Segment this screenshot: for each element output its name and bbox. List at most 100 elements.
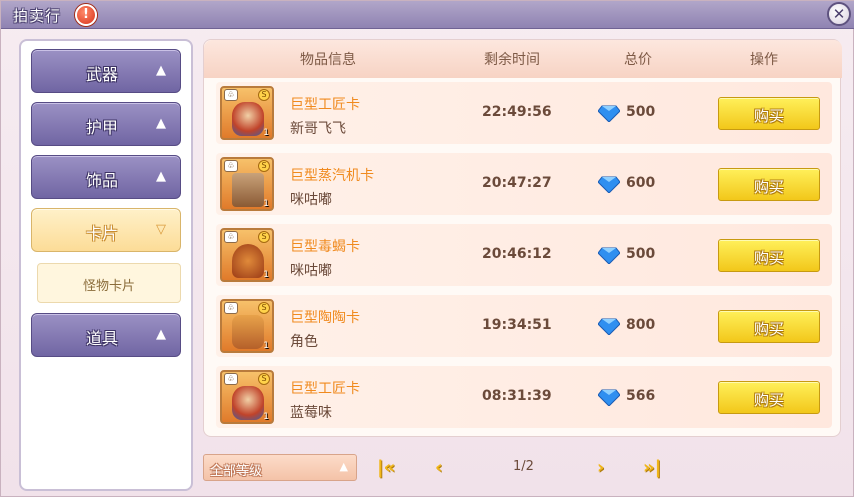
- listing-panel: 物品信息 剩余时间 总价 操作 ♧ S 1 巨型工匠卡 新哥飞飞 22:49:5…: [203, 39, 842, 437]
- title-bar: 拍卖行 ! ✕: [1, 1, 854, 29]
- item-name: 巨型陶陶卡: [290, 310, 360, 326]
- star-badge-icon: S: [258, 160, 270, 172]
- close-icon[interactable]: ✕: [827, 2, 851, 26]
- monster-figure-icon: [232, 173, 264, 207]
- total-price: 800: [626, 317, 656, 333]
- pottery-card-icon[interactable]: ♧ S 1: [220, 299, 274, 353]
- card-type-icon: ♧: [224, 160, 238, 172]
- auction-window: 拍卖行 ! ✕ 武器 ▲ 护甲 ▲ 饰品 ▲ 卡片 ▽ 怪物卡片 道具 ▲ 物品…: [0, 0, 854, 497]
- level-filter-label: 全部等级: [210, 464, 263, 479]
- seller-name: 咪咕嘟: [290, 192, 332, 208]
- category-weapon-button[interactable]: 武器 ▲: [31, 49, 181, 93]
- buy-button[interactable]: 购买: [718, 97, 820, 130]
- quantity: 1: [263, 270, 269, 280]
- last-page-icon[interactable]: »|: [643, 457, 661, 479]
- quantity: 1: [263, 341, 269, 351]
- item-name: 巨型毒蝎卡: [290, 239, 360, 255]
- table-header: 物品信息 剩余时间 总价 操作: [204, 40, 842, 78]
- table-row: ♧ S 1 巨型蒸汽机卡 咪咕嘟 20:47:27 600 购买: [216, 153, 832, 215]
- monster-figure-icon: [232, 244, 264, 278]
- remaining-time: 22:49:56: [482, 104, 552, 120]
- seller-name: 角色: [290, 334, 318, 350]
- chevron-up-icon: ▲: [156, 169, 166, 184]
- next-page-icon[interactable]: ›: [597, 457, 604, 479]
- card-type-icon: ♧: [224, 373, 238, 385]
- category-card-button[interactable]: 卡片 ▽: [31, 208, 181, 252]
- item-name: 巨型工匠卡: [290, 381, 360, 397]
- column-header-time: 剩余时间: [484, 52, 540, 68]
- category-label: 道具: [86, 329, 119, 348]
- buy-label: 购买: [753, 320, 784, 338]
- remaining-time: 08:31:39: [482, 388, 552, 404]
- total-price: 566: [626, 388, 656, 404]
- blue-gem-icon: [598, 389, 620, 406]
- category-label: 卡片: [86, 224, 119, 243]
- table-row: ♧ S 1 巨型工匠卡 新哥飞飞 22:49:56 500 购买: [216, 82, 832, 144]
- buy-button[interactable]: 购买: [718, 168, 820, 201]
- blue-gem-icon: [598, 105, 620, 122]
- subcategory-label: 怪物卡片: [82, 279, 135, 294]
- remaining-time: 20:47:27: [482, 175, 552, 191]
- category-label: 武器: [86, 65, 119, 84]
- blue-gem-icon: [598, 247, 620, 264]
- remaining-time: 19:34:51: [482, 317, 552, 333]
- category-item-button[interactable]: 道具 ▲: [31, 313, 181, 357]
- item-name: 巨型蒸汽机卡: [290, 168, 374, 184]
- seller-name: 蓝莓味: [290, 405, 332, 421]
- chevron-down-icon: ▽: [156, 222, 166, 237]
- card-type-icon: ♧: [224, 231, 238, 243]
- column-header-price: 总价: [624, 52, 652, 68]
- category-accessory-button[interactable]: 饰品 ▲: [31, 155, 181, 199]
- table-row: ♧ S 1 巨型毒蝎卡 咪咕嘟 20:46:12 500 购买: [216, 224, 832, 286]
- window-title: 拍卖行: [13, 7, 62, 25]
- craftsman-card-icon[interactable]: ♧ S 1: [220, 370, 274, 424]
- category-sidebar: 武器 ▲ 护甲 ▲ 饰品 ▲ 卡片 ▽ 怪物卡片 道具 ▲: [19, 39, 193, 491]
- total-price: 500: [626, 104, 656, 120]
- table-row: ♧ S 1 巨型工匠卡 蓝莓味 08:31:39 566 购买: [216, 366, 832, 428]
- star-badge-icon: S: [258, 373, 270, 385]
- quantity: 1: [263, 199, 269, 209]
- chevron-up-icon: ▲: [156, 116, 166, 131]
- first-page-icon[interactable]: |«: [377, 457, 395, 479]
- chevron-up-icon: ▲: [156, 327, 166, 342]
- remaining-time: 20:46:12: [482, 246, 552, 262]
- chevron-up-icon: ▲: [156, 63, 166, 78]
- blue-gem-icon: [598, 176, 620, 193]
- monster-figure-icon: [232, 386, 264, 420]
- card-type-icon: ♧: [224, 302, 238, 314]
- buy-label: 购买: [753, 178, 784, 196]
- quantity: 1: [263, 128, 269, 138]
- column-header-item: 物品信息: [300, 52, 356, 68]
- item-name: 巨型工匠卡: [290, 97, 360, 113]
- steam-engine-card-icon[interactable]: ♧ S 1: [220, 157, 274, 211]
- chevron-up-icon: ▲: [339, 460, 348, 473]
- star-badge-icon: S: [258, 89, 270, 101]
- craftsman-card-icon[interactable]: ♧ S 1: [220, 86, 274, 140]
- subcategory-monster-card[interactable]: 怪物卡片: [37, 263, 181, 303]
- buy-button[interactable]: 购买: [718, 310, 820, 343]
- total-price: 600: [626, 175, 656, 191]
- star-badge-icon: S: [258, 231, 270, 243]
- buy-label: 购买: [753, 249, 784, 267]
- buy-label: 购买: [753, 391, 784, 409]
- blue-gem-icon: [598, 318, 620, 335]
- seller-name: 新哥飞飞: [290, 121, 346, 137]
- scorpion-card-icon[interactable]: ♧ S 1: [220, 228, 274, 282]
- total-price: 500: [626, 246, 656, 262]
- seller-name: 咪咕嘟: [290, 263, 332, 279]
- star-badge-icon: S: [258, 302, 270, 314]
- buy-label: 购买: [753, 107, 784, 125]
- buy-button[interactable]: 购买: [718, 239, 820, 272]
- buy-button[interactable]: 购买: [718, 381, 820, 414]
- level-filter-dropdown[interactable]: 全部等级 ▲: [203, 454, 357, 481]
- category-armor-button[interactable]: 护甲 ▲: [31, 102, 181, 146]
- quantity: 1: [263, 412, 269, 422]
- prev-page-icon[interactable]: ‹: [435, 457, 442, 479]
- help-icon[interactable]: !: [75, 4, 97, 26]
- category-label: 护甲: [86, 118, 119, 137]
- monster-figure-icon: [232, 315, 264, 349]
- column-header-action: 操作: [750, 52, 778, 68]
- table-row: ♧ S 1 巨型陶陶卡 角色 19:34:51 800 购买: [216, 295, 832, 357]
- page-indicator: 1/2: [513, 459, 534, 474]
- card-type-icon: ♧: [224, 89, 238, 101]
